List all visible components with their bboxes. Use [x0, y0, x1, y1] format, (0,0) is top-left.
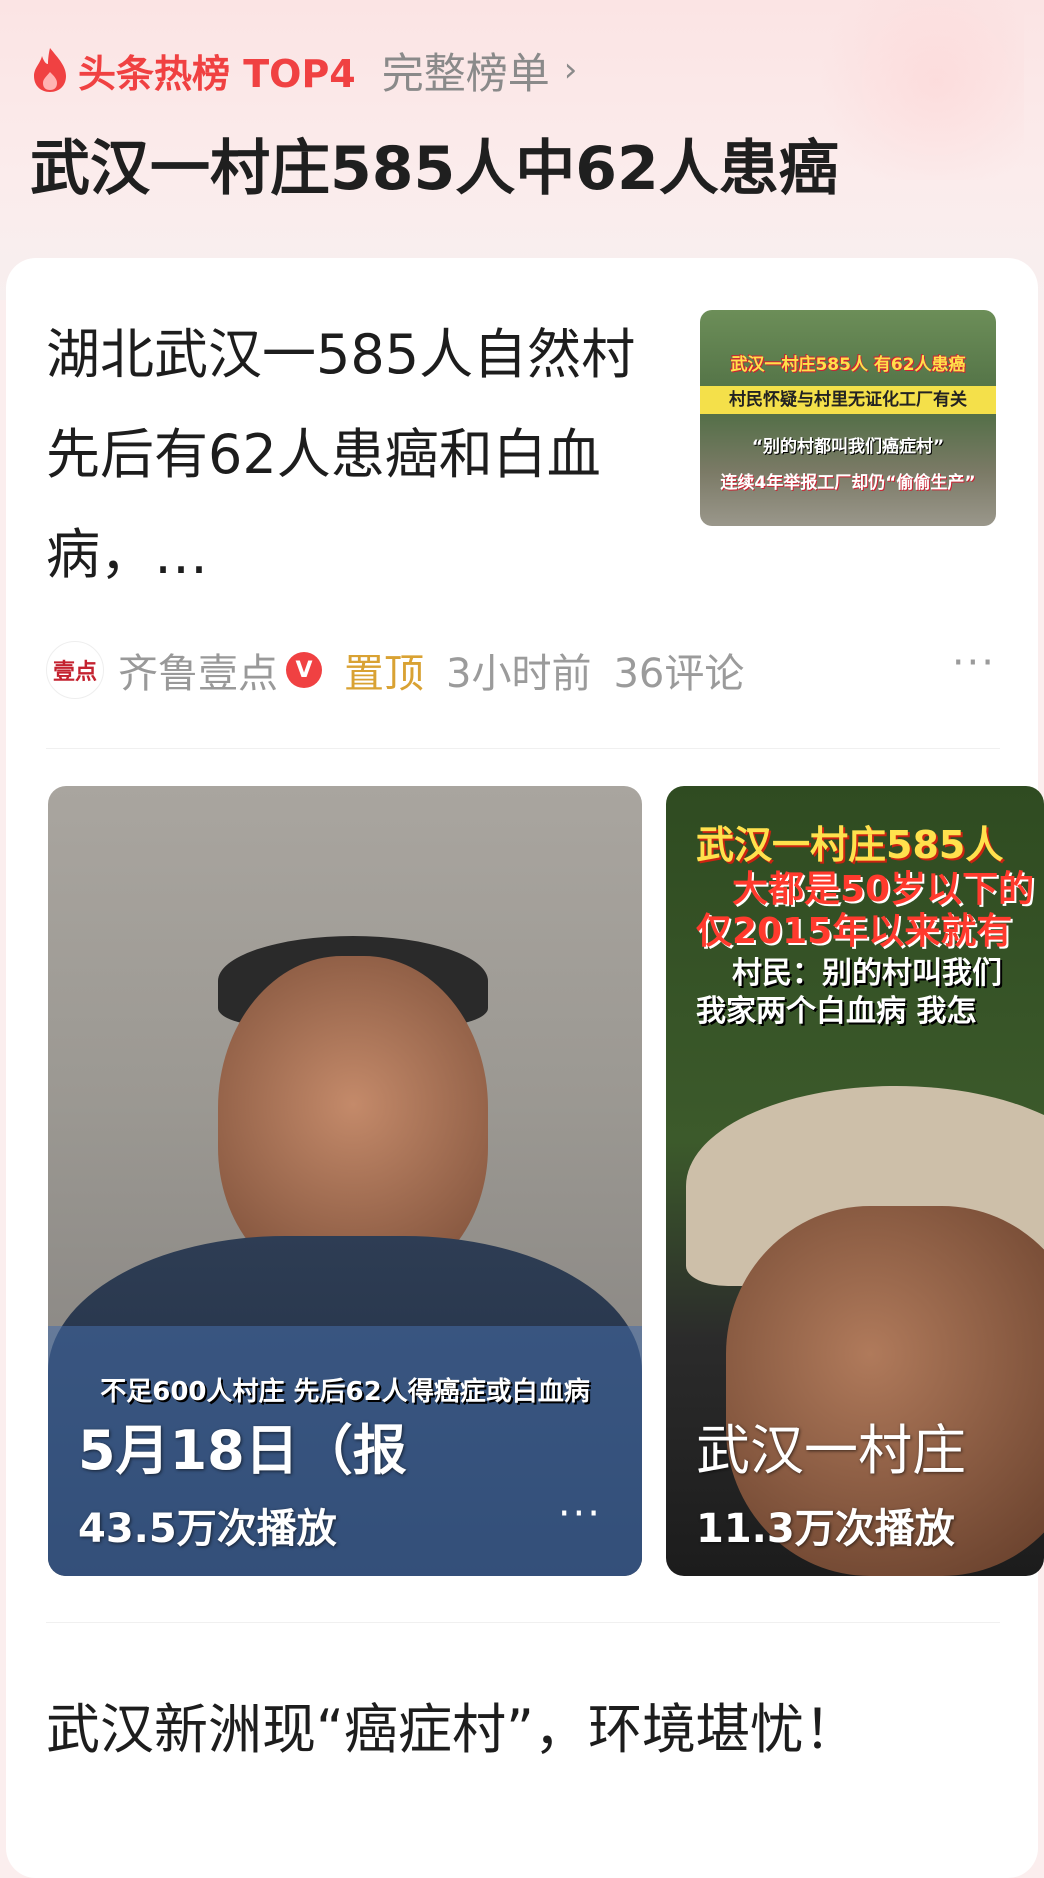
verified-badge-icon: V	[286, 652, 322, 688]
video-more-icon[interactable]: ···	[558, 1491, 602, 1537]
article-thumbnail[interactable]: 武汉一村庄585人 有62人患癌 村民怀疑与村里无证化工厂有关 “别的村都叫我们…	[700, 310, 996, 526]
flame-icon	[34, 48, 66, 92]
comment-count[interactable]: 36评论	[613, 641, 744, 699]
publish-time: 3小时前	[446, 651, 592, 697]
thumbnail-caption: 连续4年举报工厂却仍“偷偷生产”	[720, 473, 976, 493]
video-subtitle: 不足600人村庄 先后62人得癌症或白血病	[100, 1377, 590, 1407]
article-meta: 壹点 齐鲁壹点 V 置顶 3小时前 36评论 ···	[46, 640, 1006, 700]
source-avatar[interactable]: 壹点	[46, 641, 104, 699]
chevron-right-icon[interactable]: ›	[564, 50, 578, 90]
video-caption: 我家两个白血病 我怎	[696, 994, 977, 1029]
hot-topic-title[interactable]: 武汉一村庄585人中62人患癌	[30, 120, 839, 207]
video-caption: 仅2015年以来就有	[696, 911, 1013, 952]
thumbnail-caption: 武汉一村庄585人 有62人患癌	[730, 355, 966, 375]
play-count: 11.3万次播放	[696, 1506, 955, 1552]
video-card[interactable]: 不足600人村庄 先后62人得癌症或白血病 5月18日（报 43.5万次播放 ·…	[48, 786, 642, 1576]
video-card[interactable]: 武汉一村庄585人 大都是50岁以下的 仅2015年以来就有 村民：别的村叫我们…	[666, 786, 1044, 1576]
video-title: 5月18日（报	[78, 1419, 407, 1482]
video-title: 武汉一村庄	[696, 1419, 966, 1482]
hot-list-row[interactable]: 头条热榜 TOP4 完整榜单 ›	[30, 40, 577, 100]
more-options-icon[interactable]: ···	[952, 640, 996, 686]
next-article-title[interactable]: 武汉新洲现“癌症村”，环境堪忧！	[46, 1680, 1006, 1780]
thumbnail-caption: 村民怀疑与村里无证化工厂有关	[700, 386, 996, 414]
divider	[46, 1622, 1000, 1623]
divider	[46, 748, 1000, 749]
hot-list-label: 头条热榜 TOP4	[78, 51, 356, 96]
pinned-label: 置顶	[344, 651, 424, 697]
thumbnail-caption: “别的村都叫我们癌症村”	[751, 437, 945, 457]
source-name[interactable]: 齐鲁壹点	[118, 641, 278, 699]
play-count: 43.5万次播放	[78, 1506, 337, 1552]
full-list-link[interactable]: 完整榜单	[382, 40, 550, 101]
article-title[interactable]: 湖北武汉一585人自然村先后有62人患癌和白血病，…	[46, 305, 666, 605]
